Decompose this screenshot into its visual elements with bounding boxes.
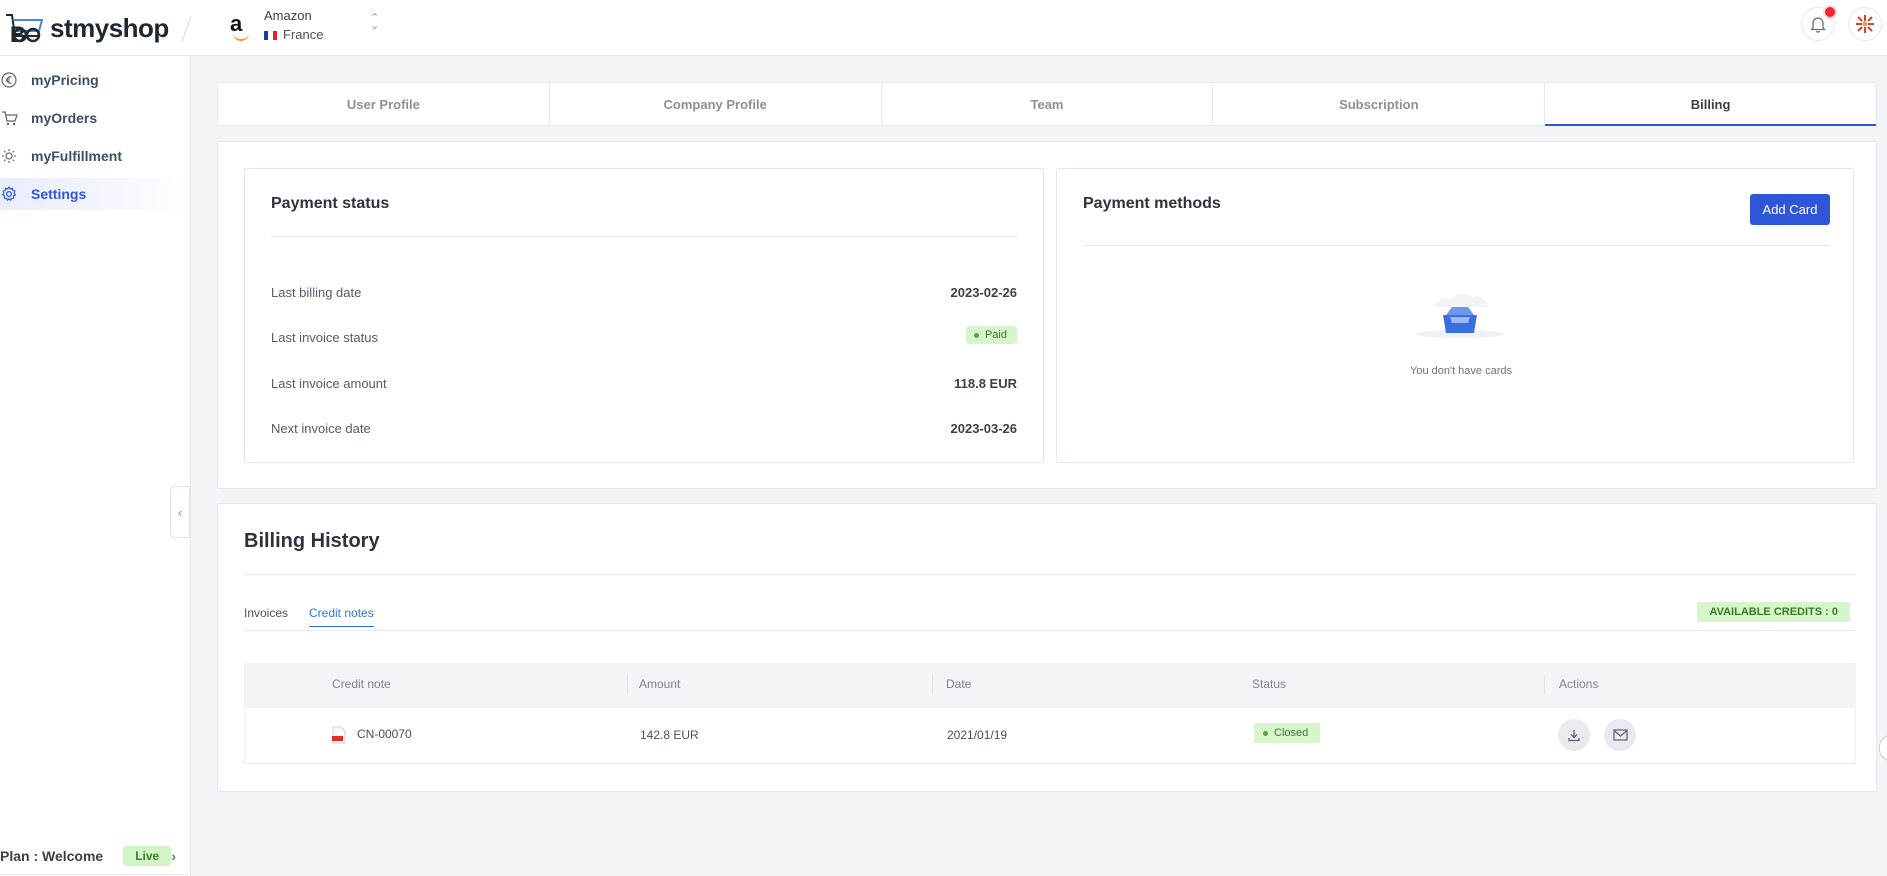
logo-cart-icon: B: [4, 12, 44, 46]
sidebar-item-label: myOrders: [31, 110, 98, 126]
billing-overview-card: Payment status Last billing date 2023-02…: [217, 141, 1877, 489]
column-divider: [932, 675, 933, 695]
divider: [0, 874, 190, 875]
status-dot: [1263, 730, 1268, 736]
table-header: Credit note Amount Date Status Actions: [244, 663, 1856, 708]
amazon-logo-icon: a: [230, 13, 252, 41]
store-name: Amazon: [264, 8, 312, 23]
settings-tabs: User Profile Company Profile Team Subscr…: [217, 82, 1877, 126]
column-actions: Actions: [1559, 677, 1599, 691]
sun-icon: [0, 147, 18, 165]
france-flag-icon: [264, 30, 277, 40]
payment-methods-panel: Payment methods Add Card You don't have …: [1056, 168, 1854, 463]
pdf-icon[interactable]: [332, 726, 346, 744]
status-badge: Paid: [965, 326, 1017, 344]
divider: [1083, 245, 1830, 246]
column-divider: [627, 675, 628, 695]
credit-note-amount: 142.8 EUR: [640, 728, 699, 742]
column-credit-note[interactable]: Credit note: [332, 677, 391, 691]
chevron-up-down-icon[interactable]: ⌃ ⌄: [370, 13, 379, 32]
tab-user-profile[interactable]: User Profile: [218, 83, 550, 125]
next-invoice-date-label: Next invoice date: [271, 421, 371, 436]
column-date[interactable]: Date: [946, 677, 971, 691]
download-icon: [1568, 730, 1580, 742]
credit-note-status: Closed: [1274, 727, 1309, 739]
email-button[interactable]: [1604, 719, 1636, 751]
column-status[interactable]: Status: [1252, 677, 1286, 691]
sidebar-item-label: Settings: [31, 186, 87, 202]
last-invoice-amount-label: Last invoice amount: [271, 376, 387, 391]
last-invoice-status-label: Last invoice status: [271, 330, 378, 345]
payment-status-title: Payment status: [271, 195, 390, 212]
last-billing-date-value: 2023-02-26: [950, 285, 1018, 300]
credit-note-id[interactable]: CN-00070: [357, 727, 412, 741]
chevron-right-icon[interactable]: ›: [171, 848, 176, 864]
tab-team[interactable]: Team: [882, 83, 1214, 125]
divider: [244, 630, 1856, 631]
payment-status-panel: Payment status Last billing date 2023-02…: [244, 168, 1044, 463]
scroll-handle[interactable]: [1879, 735, 1887, 761]
store-selector[interactable]: a Amazon France: [230, 8, 323, 44]
payment-methods-title: Payment methods: [1083, 195, 1221, 212]
sidebar-item-mypricing[interactable]: myPricing: [0, 64, 190, 96]
available-credits-badge: AVAILABLE CREDITS : 0: [1697, 602, 1850, 622]
next-invoice-date-value: 2023-03-26: [950, 421, 1018, 436]
store-country: France: [264, 26, 323, 44]
logo-text: stmyshop: [50, 12, 169, 43]
billing-history-title: Billing History: [244, 530, 380, 552]
sidebar-item-myorders[interactable]: myOrders: [0, 102, 190, 134]
user-avatar[interactable]: [1848, 7, 1882, 41]
empty-cards-text: You don't have cards: [1410, 365, 1512, 377]
last-invoice-status-value: Paid: [984, 329, 1007, 341]
sidebar: myPricing myOrders myFulfillment Setting…: [0, 56, 191, 876]
store-country-label: France: [283, 27, 324, 42]
divider: [181, 16, 192, 42]
sidebar-item-settings[interactable]: Settings: [0, 178, 190, 210]
empty-box-icon: [1412, 287, 1508, 339]
table-row: CN-00070 142.8 EUR 2021/01/19 Closed: [244, 708, 1856, 764]
tab-subscription[interactable]: Subscription: [1213, 83, 1546, 125]
chevron-left-icon: ‹: [177, 504, 183, 520]
tab-billing[interactable]: Billing: [1545, 83, 1876, 126]
sidebar-item-label: myPricing: [31, 72, 99, 88]
credit-note-date: 2021/01/19: [947, 728, 1008, 742]
bell-icon: [1810, 16, 1826, 33]
sidebar-collapse-button[interactable]: ‹: [170, 486, 190, 538]
last-invoice-amount-value: 118.8 EUR: [954, 376, 1017, 391]
last-billing-date-label: Last billing date: [271, 285, 362, 300]
sidebar-item-label: myFulfillment: [31, 148, 123, 164]
gear-icon: [0, 185, 18, 203]
euro-circle-icon: [0, 71, 18, 89]
cart-icon: [0, 109, 18, 127]
column-divider: [1544, 675, 1545, 695]
divider: [244, 574, 1856, 575]
divider: [271, 236, 1018, 237]
subtab-credit-notes[interactable]: Credit notes: [309, 606, 374, 627]
status-badge: Closed: [1254, 723, 1321, 743]
logo[interactable]: B stmyshop: [4, 10, 169, 46]
avatar-pattern-icon: [1856, 15, 1874, 33]
plan-label: Plan : Welcome: [0, 848, 104, 864]
tab-company-profile[interactable]: Company Profile: [550, 83, 882, 125]
add-card-button[interactable]: Add Card: [1750, 194, 1830, 225]
notification-dot: [1823, 5, 1837, 19]
status-dot: [973, 332, 979, 338]
column-amount[interactable]: Amount: [639, 677, 680, 691]
sidebar-item-myfulfillment[interactable]: myFulfillment: [0, 140, 190, 172]
download-button[interactable]: [1558, 719, 1590, 751]
plan-live-badge: Live: [123, 846, 172, 866]
subtab-invoices[interactable]: Invoices: [244, 606, 288, 620]
top-header: B stmyshop a Amazon France ⌃ ⌄: [0, 0, 1887, 56]
notifications-button[interactable]: [1801, 5, 1837, 41]
plan-info[interactable]: Plan : Welcome Live ›: [0, 840, 190, 872]
mail-icon: [1612, 729, 1628, 741]
svg-text:B: B: [10, 22, 25, 46]
